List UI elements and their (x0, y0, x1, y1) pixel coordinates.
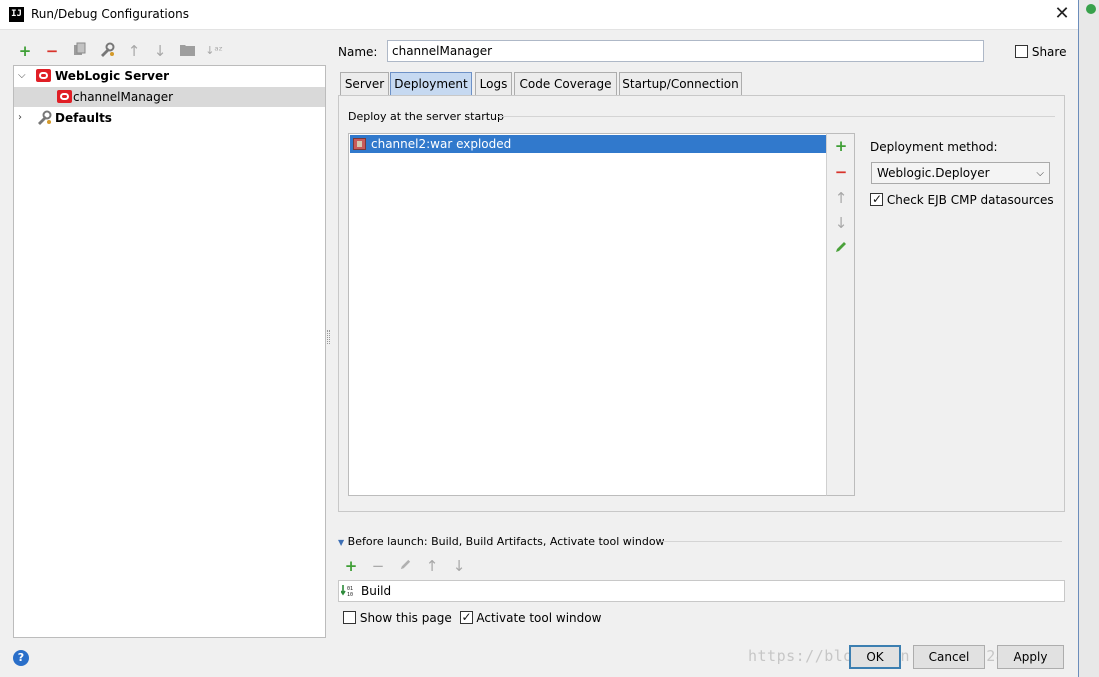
apply-button[interactable]: Apply (997, 645, 1064, 669)
edit-pencil-icon[interactable] (396, 557, 414, 575)
divider (496, 116, 1055, 117)
move-down-icon[interactable]: ↓ (832, 214, 850, 232)
share-checkbox-box[interactable] (1015, 45, 1028, 58)
tab-startup-connection[interactable]: Startup/Connection (619, 72, 742, 96)
folder-icon[interactable] (178, 42, 196, 60)
share-label: Share (1031, 45, 1067, 59)
oracle-icon (36, 66, 51, 86)
remove-icon[interactable]: − (43, 42, 61, 60)
move-down-icon[interactable]: ↓ (450, 557, 468, 575)
divider (661, 541, 1062, 542)
chevron-down-icon[interactable]: ⌵ (18, 66, 26, 86)
defaults-icon (36, 110, 52, 132)
configuration-tree[interactable]: ⌵ WebLogic Server channelManager › Defau… (13, 65, 326, 638)
tab-server[interactable]: Server (340, 72, 389, 96)
tree-group-weblogic[interactable]: ⌵ WebLogic Server (14, 66, 325, 86)
remove-icon[interactable]: − (832, 163, 850, 181)
name-label: Name: (338, 45, 378, 59)
before-launch-title: Before launch: Build, Build Artifacts, A… (347, 535, 665, 548)
tab-code-coverage[interactable]: Code Coverage (514, 72, 617, 96)
ok-button[interactable]: OK (849, 645, 901, 669)
move-up-icon[interactable]: ↑ (832, 189, 850, 207)
ejb-checkbox-box[interactable] (870, 191, 883, 207)
tree-group-defaults[interactable]: › Defaults (14, 108, 325, 128)
tab-logs[interactable]: Logs (475, 72, 512, 96)
tree-item-label: channelManager (73, 90, 174, 104)
title-bar: IJ Run/Debug Configurations ✕ (0, 0, 1078, 30)
background-window-strip (1078, 0, 1099, 677)
before-launch-task[interactable]: 01 10 Build (338, 580, 1065, 602)
edit-defaults-icon[interactable] (98, 42, 116, 60)
task-label: Build (361, 584, 392, 598)
move-up-icon[interactable]: ↑ (423, 557, 441, 575)
copy-icon[interactable] (71, 42, 89, 60)
activate-label: Activate tool window (476, 611, 602, 625)
triangle-down-icon[interactable]: ▼ (338, 538, 344, 547)
deployment-method-select[interactable]: Weblogic.Deployer ⌵ (871, 162, 1050, 184)
name-field[interactable] (387, 40, 984, 62)
deployment-list[interactable]: channel2:war exploded (348, 133, 827, 496)
list-item[interactable]: channel2:war exploded (350, 135, 826, 153)
add-icon[interactable]: + (342, 557, 360, 575)
deployment-method-value: Weblogic.Deployer (877, 166, 990, 180)
artifact-icon (353, 138, 366, 150)
splitter-handle[interactable] (327, 330, 330, 344)
help-icon[interactable]: ? (13, 650, 29, 666)
intellij-icon: IJ (9, 7, 24, 22)
tree-item-channelmanager[interactable]: channelManager (14, 87, 325, 107)
add-icon[interactable]: + (16, 42, 34, 60)
ejb-checkbox[interactable]: Check EJB CMP datasources (870, 191, 1054, 208)
tab-deployment[interactable]: Deployment (390, 72, 472, 96)
list-toolbar: + − ↑ ↓ (826, 133, 855, 496)
oracle-icon (57, 87, 72, 107)
debug-icon (1086, 4, 1096, 14)
show-page-checkbox-box[interactable] (343, 611, 356, 624)
cancel-button[interactable]: Cancel (913, 645, 985, 669)
show-page-label: Show this page (359, 611, 452, 625)
window-title: Run/Debug Configurations (31, 7, 189, 21)
deployment-panel: Deploy at the server startup channel2:wa… (338, 95, 1065, 512)
chevron-right-icon[interactable]: › (18, 108, 22, 128)
remove-icon[interactable]: − (369, 557, 387, 575)
show-page-checkbox[interactable]: Show this page (343, 611, 456, 625)
tree-defaults-label: Defaults (55, 111, 112, 125)
edit-pencil-icon[interactable] (832, 240, 850, 258)
deployment-method-label: Deployment method: (870, 140, 998, 154)
svg-text:10: 10 (347, 592, 353, 598)
section-title: Deploy at the server startup (348, 110, 505, 123)
share-checkbox[interactable]: Share (1015, 44, 1066, 60)
sort-icon[interactable]: ↓ᵃᶻ (205, 42, 223, 60)
move-up-icon[interactable]: ↑ (125, 42, 143, 60)
dialog-body: + − ↑ ↓ ↓ᵃᶻ ⌵ WebLogic Server channelMan… (0, 30, 1078, 677)
tree-group-label: WebLogic Server (55, 69, 169, 83)
add-icon[interactable]: + (832, 137, 850, 155)
launch-options: Show this page Activate tool window (343, 609, 602, 626)
close-icon[interactable]: ✕ (1050, 2, 1074, 26)
list-item-label: channel2:war exploded (371, 137, 512, 151)
before-launch-header[interactable]: ▼ Before launch: Build, Build Artifacts,… (338, 534, 665, 551)
chevron-down-icon: ⌵ (1036, 168, 1044, 179)
activate-checkbox[interactable]: Activate tool window (459, 609, 602, 625)
activate-checkbox-box[interactable] (459, 609, 473, 625)
build-icon: 01 10 (340, 584, 357, 598)
ejb-label: Check EJB CMP datasources (886, 193, 1054, 207)
move-down-icon[interactable]: ↓ (151, 42, 169, 60)
